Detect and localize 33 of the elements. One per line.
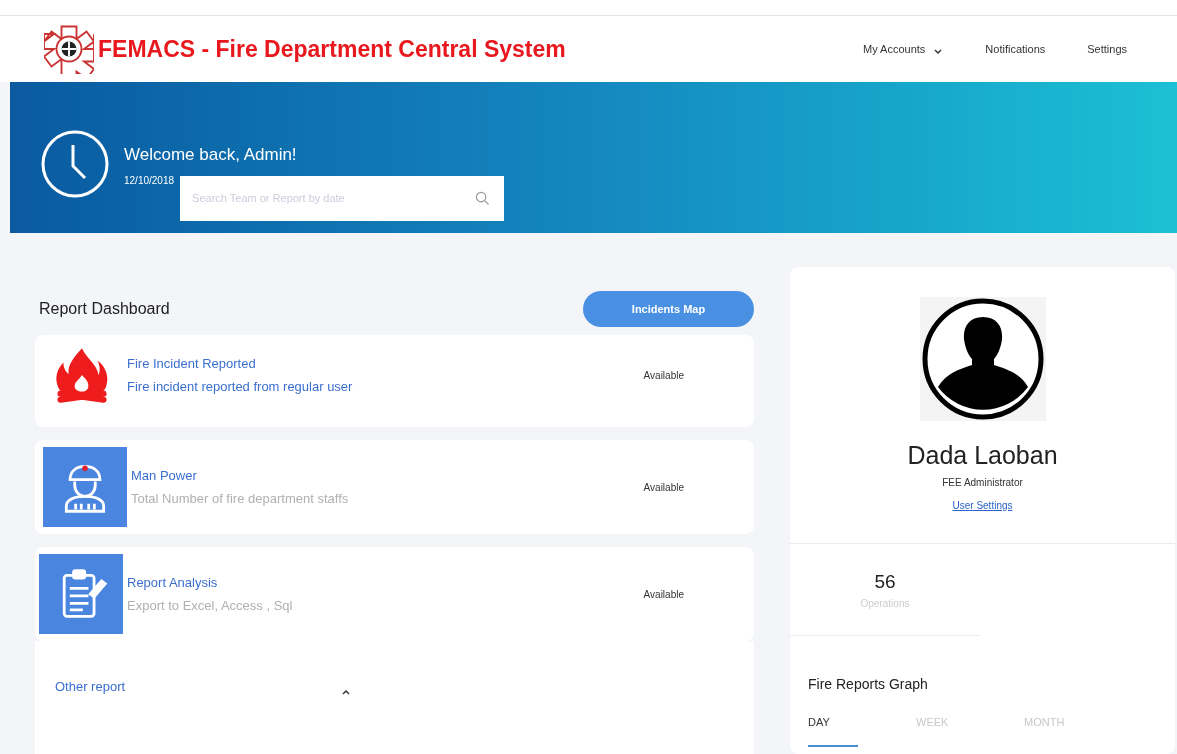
firefighter-icon <box>43 447 127 527</box>
user-settings-link[interactable]: User Settings <box>952 497 1013 513</box>
date-text: 12/10/2018 <box>124 173 175 188</box>
avatar-icon <box>919 297 1046 421</box>
other-report-link[interactable]: Other report <box>55 677 126 697</box>
status-text: Available <box>643 480 684 495</box>
report-card[interactable]: Man Power Total Number of fire department staffs Available <box>35 440 754 534</box>
user-role: FEE Administrator <box>942 475 1023 490</box>
report-title: Report Analysis <box>127 574 219 592</box>
nav-link[interactable]: Settings <box>1087 40 1127 58</box>
nav-link[interactable]: Notifications <box>985 40 1046 58</box>
user-name: Dada Laoban <box>907 440 1058 471</box>
period-tab[interactable]: DAY <box>808 714 858 747</box>
welcome-text: Welcome back, Admin! <box>124 144 298 166</box>
report-subtitle: Export to Excel, Access , Sql <box>127 596 293 615</box>
chevron-up-icon[interactable] <box>341 687 352 697</box>
report-card[interactable]: Fire Incident Reported Fire incident reported from regular user Available <box>35 335 754 427</box>
section-title: Report Dashboard <box>39 299 170 319</box>
report-title: Fire Incident Reported <box>127 355 257 373</box>
report-card[interactable]: Report Analysis Export to Excel, Access , Sql Available <box>35 547 754 641</box>
report-subtitle: Total Number of fire department staffs <box>131 489 349 508</box>
clipboard-icon <box>39 554 123 634</box>
graph-title: Fire Reports Graph <box>808 676 928 692</box>
search-icon <box>475 190 491 206</box>
nav-link[interactable]: My Accounts <box>862 40 944 58</box>
report-title: Man Power <box>131 467 198 485</box>
app-title: FEMACS - Fire Department Central System <box>98 34 566 64</box>
fire-department-logo <box>44 24 94 74</box>
clock-icon <box>40 129 110 199</box>
status-text: Available <box>643 587 684 602</box>
report-subtitle: Fire incident reported from regular user <box>127 377 353 396</box>
status-text: Available <box>643 368 684 383</box>
stat-value: 56 <box>874 569 896 594</box>
